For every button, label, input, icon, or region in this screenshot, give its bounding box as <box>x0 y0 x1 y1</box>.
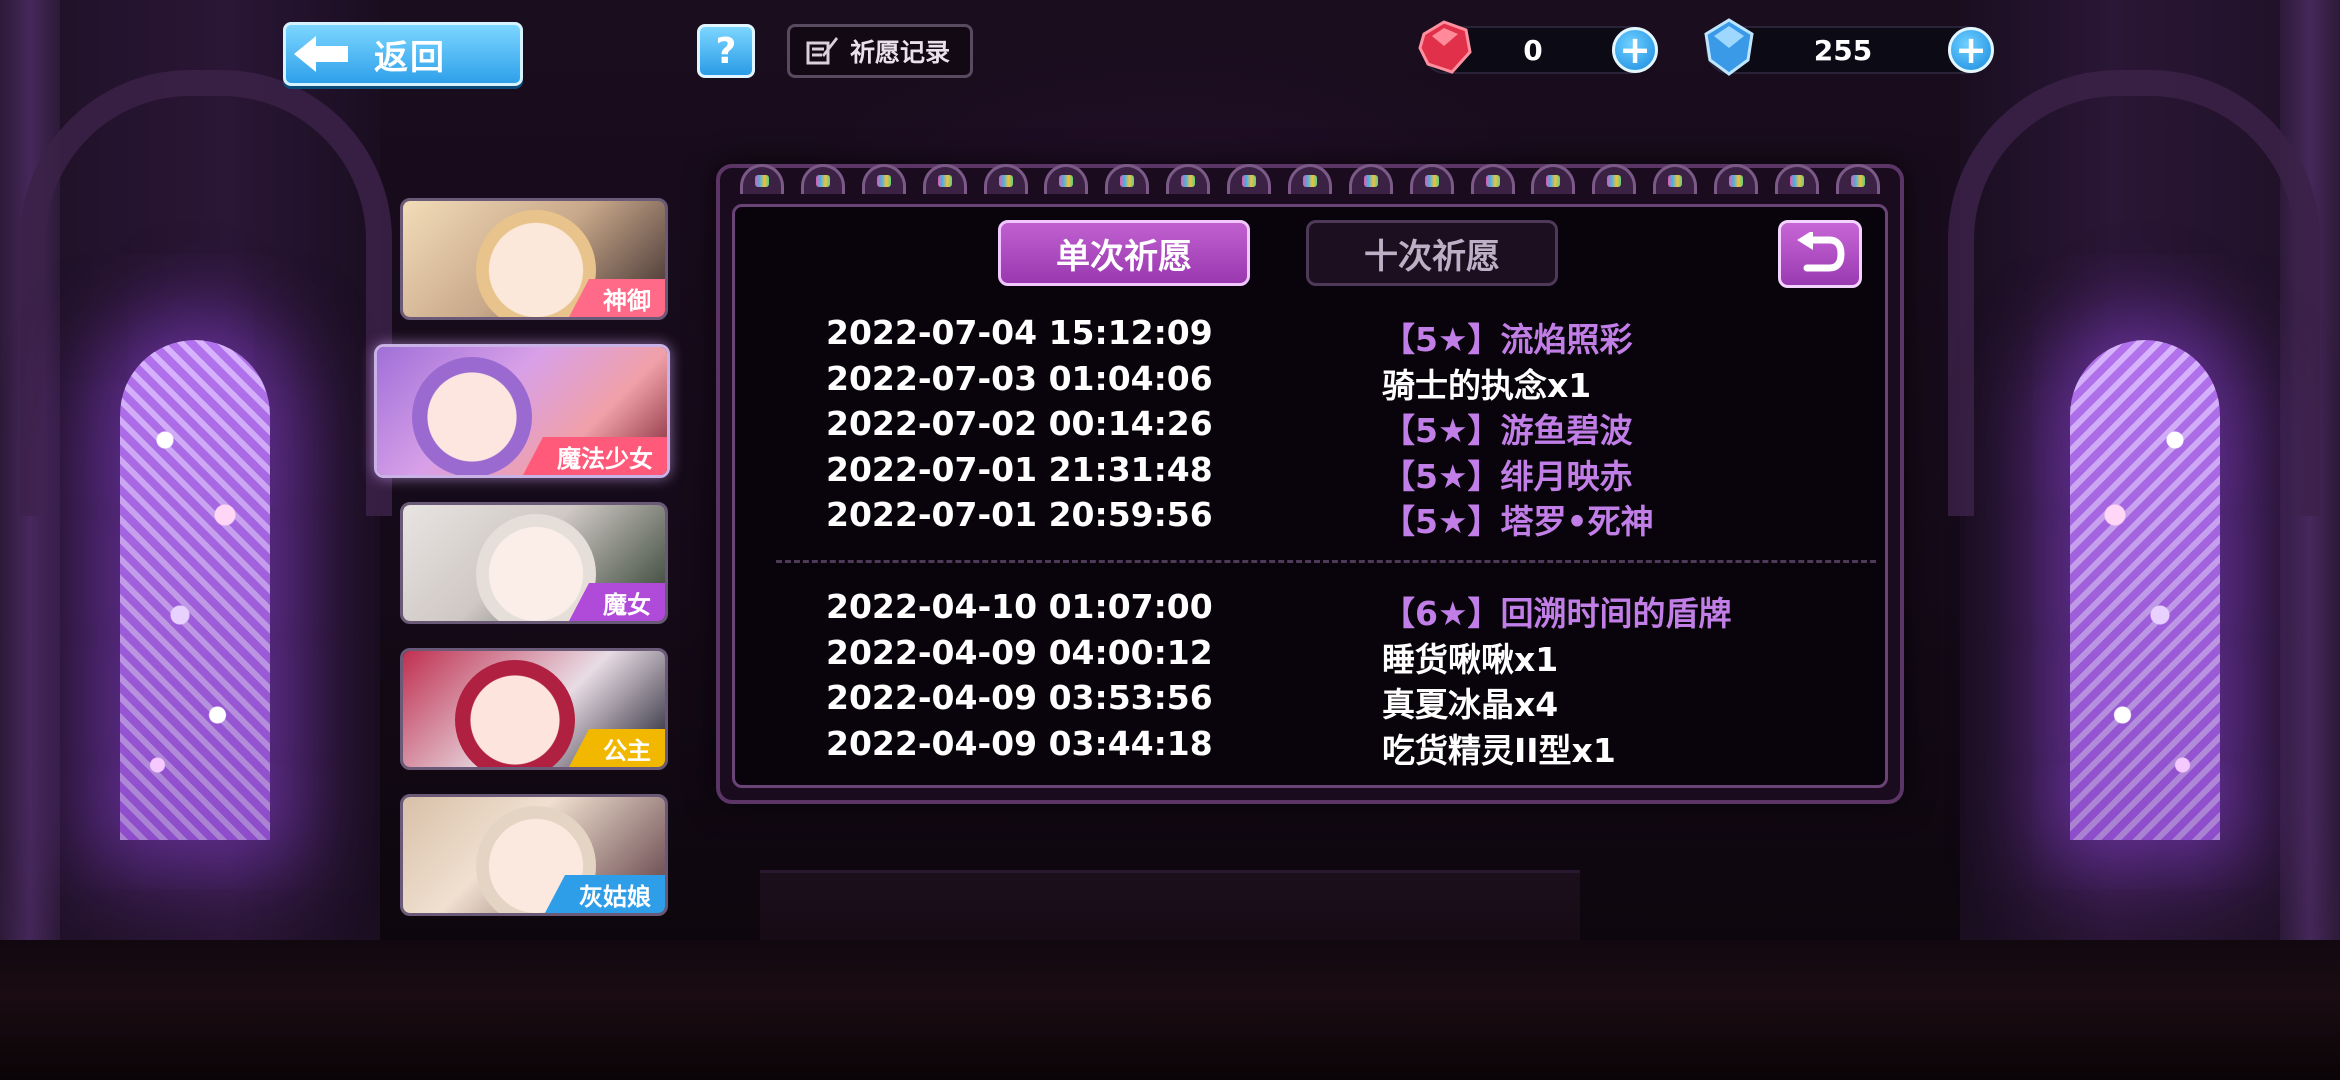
back-arrow-icon <box>286 34 356 74</box>
back-button[interactable]: 返回 <box>283 22 523 86</box>
stained-glass-window <box>120 340 270 840</box>
blue-crystal-icon <box>1704 18 1754 76</box>
category-label: 灰姑娘 <box>545 875 665 913</box>
list-item: 2022-04-09 03:44:18 吃货精灵II型x1 <box>826 724 1906 770</box>
panel-crown-decoration <box>740 164 1880 198</box>
floor <box>0 940 2340 1080</box>
tab-ten-wish[interactable]: 十次祈愿 <box>1306 220 1558 286</box>
record-time: 2022-04-09 03:44:18 <box>826 723 1213 763</box>
list-item: 2022-07-01 21:31:48 【5★】绯月映赤 <box>826 450 1906 496</box>
record-item: 【5★】游鱼碧波 <box>1382 411 1633 450</box>
add-blue-crystal-button[interactable]: + <box>1948 27 1994 73</box>
right-wall <box>1948 0 2340 1080</box>
record-time: 2022-07-01 21:31:48 <box>826 449 1213 489</box>
tab-single-wish[interactable]: 单次祈愿 <box>998 220 1250 286</box>
category-tab-princess[interactable]: 公主 <box>400 648 668 770</box>
record-time: 2022-04-09 03:53:56 <box>826 678 1213 717</box>
list-item: 2022-07-03 01:04:06 骑士的执念x1 <box>826 359 1906 405</box>
return-button[interactable] <box>1778 220 1862 288</box>
records-label: 祈愿记录 <box>850 38 951 67</box>
category-tab-cinderella[interactable]: 灰姑娘 <box>400 794 668 916</box>
help-button[interactable]: ? <box>697 24 755 78</box>
list-item: 2022-04-10 01:07:00 【6★】回溯时间的盾牌 <box>826 587 1906 633</box>
list-item: 2022-07-02 00:14:26 【5★】游鱼碧波 <box>826 404 1906 450</box>
left-wall <box>0 0 392 1080</box>
stained-glass-window <box>2070 340 2220 840</box>
record-item: 骑士的执念x1 <box>1382 365 1592 405</box>
group-divider <box>776 560 1876 563</box>
records-button[interactable]: 祈愿记录 <box>787 24 973 78</box>
add-red-gem-button[interactable]: + <box>1612 27 1658 73</box>
record-time: 2022-04-10 01:07:00 <box>826 587 1213 626</box>
red-gem-icon <box>1418 20 1472 74</box>
record-item: 真夏冰晶x4 <box>1382 685 1559 724</box>
records-list-group-2: 2022-04-10 01:07:00 【6★】回溯时间的盾牌 2022-04-… <box>826 587 1906 770</box>
record-time: 2022-04-09 04:00:12 <box>826 632 1213 672</box>
record-item: 【5★】绯月映赤 <box>1382 456 1633 496</box>
record-time: 2022-07-01 20:59:56 <box>826 495 1213 534</box>
record-time: 2022-07-02 00:14:26 <box>826 404 1213 443</box>
category-tab-witch[interactable]: 魔女 <box>400 502 668 624</box>
record-item: 【6★】回溯时间的盾牌 <box>1382 594 1732 633</box>
record-item: 吃货精灵II型x1 <box>1382 730 1616 770</box>
category-tab-shenyu[interactable]: 神御 <box>400 198 668 320</box>
undo-arrow-icon <box>1797 232 1845 272</box>
currency-blue-crystal: 255 + <box>1704 18 1994 76</box>
back-label: 返回 <box>374 37 446 78</box>
record-item: 【5★】流焰照彩 <box>1382 320 1633 359</box>
category-label: 魔法少女 <box>523 437 667 475</box>
record-time: 2022-07-03 01:04:06 <box>826 358 1213 398</box>
quill-scroll-icon <box>806 37 838 65</box>
records-list-group-1: 2022-07-04 15:12:09 【5★】流焰照彩 2022-07-03 … <box>826 313 1906 541</box>
record-item: 【5★】塔罗•死神 <box>1382 502 1654 541</box>
list-item: 2022-04-09 04:00:12 睡货啾啾x1 <box>826 633 1906 679</box>
list-item: 2022-07-01 20:59:56 【5★】塔罗•死神 <box>826 495 1906 541</box>
list-item: 2022-07-04 15:12:09 【5★】流焰照彩 <box>826 313 1906 359</box>
record-time: 2022-07-04 15:12:09 <box>826 313 1213 352</box>
record-item: 睡货啾啾x1 <box>1382 639 1559 679</box>
help-icon: ? <box>715 30 737 72</box>
category-tab-magical-girl[interactable]: 魔法少女 <box>374 344 670 478</box>
currency-red-gem: 0 + <box>1418 20 1658 74</box>
list-item: 2022-04-09 03:53:56 真夏冰晶x4 <box>826 678 1906 724</box>
